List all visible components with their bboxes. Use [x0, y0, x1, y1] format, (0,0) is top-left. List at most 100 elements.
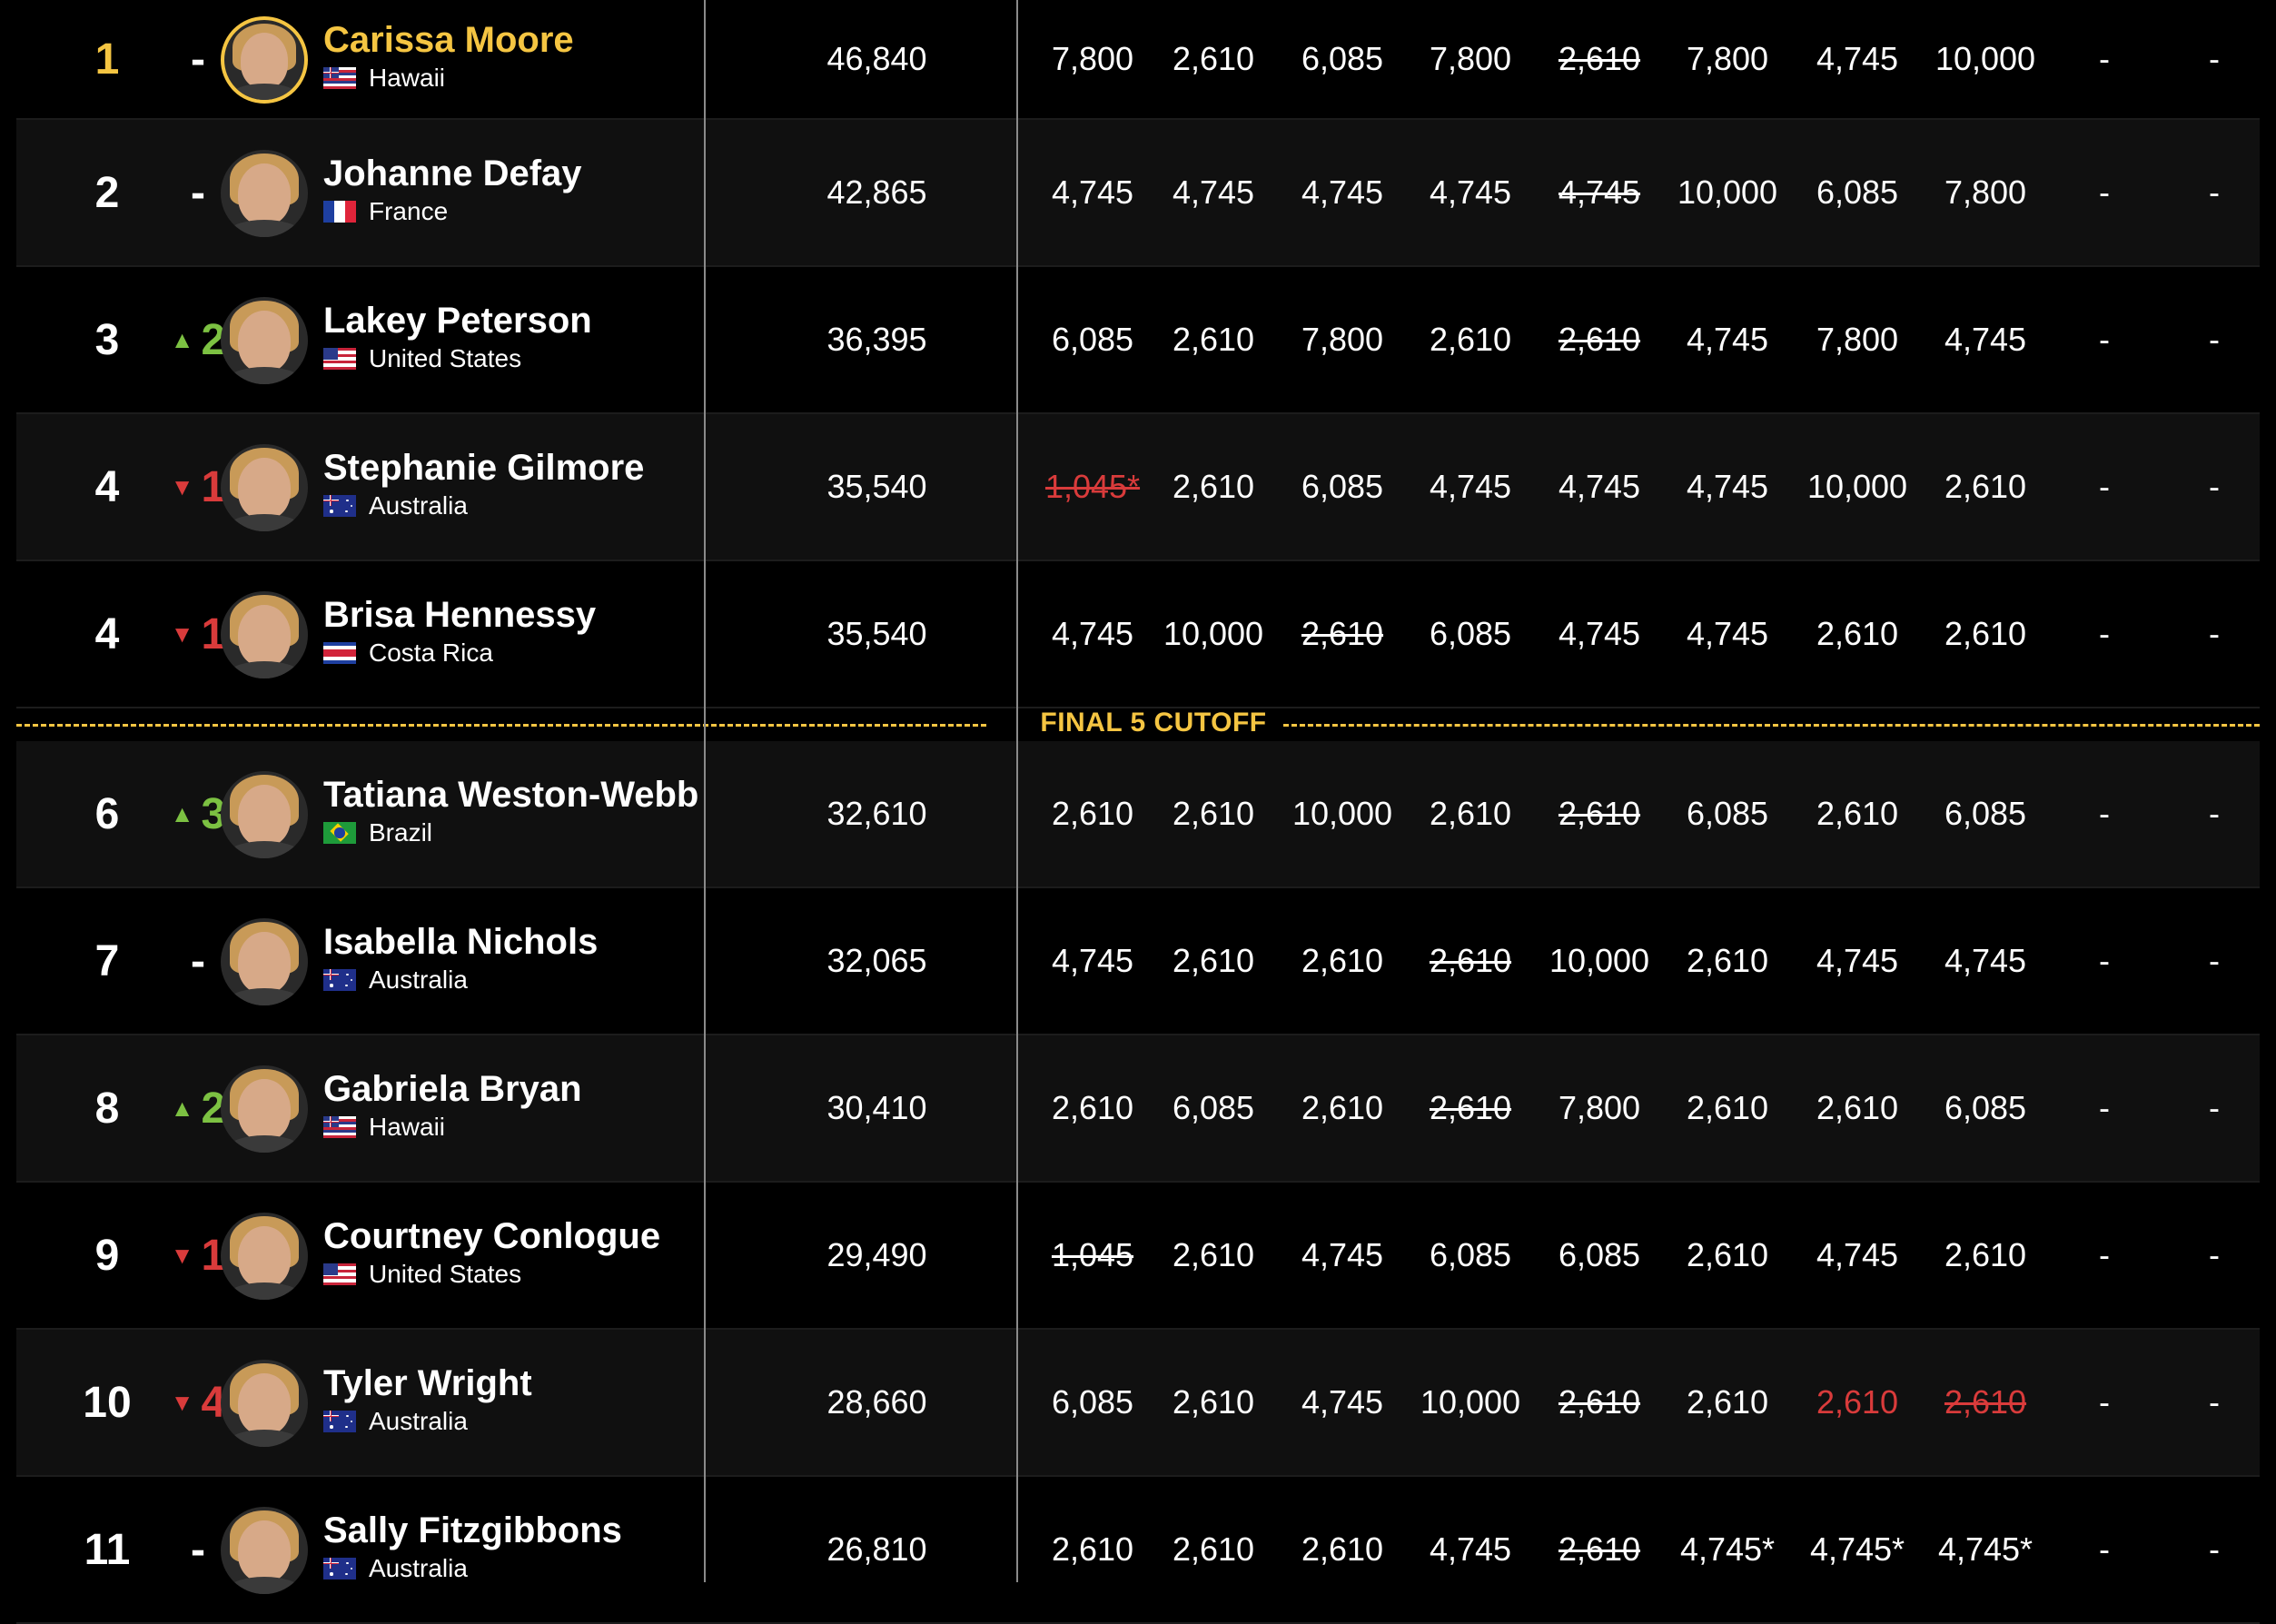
avatar-shoulders [227, 1134, 302, 1153]
rank-change-value: - [191, 168, 205, 217]
cutoff-line-left [16, 724, 986, 727]
athlete-name[interactable]: Isabella Nichols [323, 922, 598, 963]
athlete-name[interactable]: Gabriela Bryan [323, 1069, 582, 1110]
athlete-avatar[interactable] [221, 771, 308, 858]
table-row[interactable]: 8 ▲ 2 Gabriela Bryan Hawaii 30,410 2,610 6,085 2… [16, 1035, 2260, 1183]
event-score: 4,745 [1558, 468, 1641, 505]
event-score: 2,610 [1816, 795, 1899, 832]
table-row[interactable]: 1- Carissa Moore Hawaii 46,840 7,800 2,610 6,0… [16, 0, 2260, 120]
event-score: 2,610 [1686, 1089, 1769, 1126]
event-score: 1,045* [1044, 468, 1141, 505]
cutoff-line-right [1283, 724, 2260, 727]
event-score: 2,610 [1816, 1383, 1899, 1421]
event-score: - [2099, 173, 2110, 211]
event-score: 4,745 [1686, 615, 1769, 652]
athlete-name[interactable]: Courtney Conlogue [323, 1216, 660, 1257]
event-score: 2,610 [1172, 1530, 1255, 1568]
country-name: Australia [369, 1554, 468, 1582]
event-score: 2,610 [1429, 321, 1512, 358]
event-score: 2,610 [1558, 1530, 1641, 1568]
event-score: 4,745 [1816, 40, 1899, 77]
avatar-shoulders [227, 1576, 302, 1594]
event-score: 10,000 [1163, 615, 1264, 652]
athlete-avatar[interactable] [221, 1065, 308, 1153]
final-cutoff-divider: FINAL 5 CUTOFF [16, 707, 2260, 739]
avatar-shoulders [227, 987, 302, 1005]
event-score: 2,610 [1558, 1383, 1641, 1421]
athlete-country: Hawaii [323, 64, 445, 93]
rank-change-value: - [191, 35, 205, 84]
athlete-name[interactable]: Sally Fitzgibbons [323, 1510, 622, 1551]
table-row[interactable]: 11- Sally Fitzgibbons Australia 26,810 2,610… [16, 1477, 2260, 1624]
event-score: 6,085 [1301, 468, 1384, 505]
column-divider-name [704, 0, 706, 1582]
athlete-avatar[interactable] [221, 591, 308, 678]
event-score: 6,085 [1051, 321, 1134, 358]
event-score: 2,610 [1558, 40, 1641, 77]
event-score: 2,610 [1816, 615, 1899, 652]
avatar-shoulders [227, 1282, 302, 1300]
athlete-country: United States [323, 344, 521, 373]
total-points: 35,540 [826, 468, 927, 505]
avatar-shoulders [227, 1429, 302, 1447]
event-score: - [2209, 40, 2220, 77]
event-score: 7,800 [1944, 173, 2027, 211]
athlete-avatar[interactable] [221, 444, 308, 531]
table-row[interactable]: 7- Isabella Nichols Australia 32,065 4,745 2,… [16, 888, 2260, 1035]
athlete-avatar[interactable] [221, 297, 308, 384]
athlete-name[interactable]: Stephanie Gilmore [323, 448, 644, 489]
country-name: Brazil [369, 818, 433, 847]
total-points: 42,865 [826, 173, 927, 211]
rankings-table: 1- Carissa Moore Hawaii 46,840 7,800 2,610 6,0… [0, 0, 2276, 1624]
table-row[interactable]: 4 ▼ 1 Brisa Hennessy Costa Rica 35,540 4,745 10… [16, 561, 2260, 708]
event-score: - [2099, 1236, 2110, 1273]
table-row[interactable]: 6 ▲ 3 Tatiana Weston-Webb Brazil 32,610 2,610 2… [16, 741, 2260, 888]
event-score: - [2209, 1236, 2220, 1273]
column-divider-total [1016, 0, 1018, 1582]
country-name: Hawaii [369, 1113, 446, 1141]
event-score: 4,745 [1816, 1236, 1899, 1273]
country-name: Australia [369, 491, 468, 520]
avatar-shoulders [227, 219, 302, 237]
event-score: - [2099, 468, 2110, 505]
avatar-face [238, 1079, 291, 1141]
table-row[interactable]: 10 ▼ 4 Tyler Wright Australia 28,660 6,085 2,61… [16, 1330, 2260, 1477]
table-row[interactable]: 4 ▼ 1 Stephanie Gilmore Australia 35,540 1,045… [16, 414, 2260, 561]
athlete-name[interactable]: Carissa Moore [323, 20, 574, 61]
athlete-avatar[interactable] [221, 1360, 308, 1447]
athlete-country: Brazil [323, 818, 432, 847]
event-score: 4,745 [1686, 468, 1769, 505]
event-score: 2,610 [1429, 795, 1512, 832]
event-score: 4,745 [1558, 173, 1641, 211]
event-score: 2,610 [1944, 1236, 2027, 1273]
athlete-name[interactable]: Tyler Wright [323, 1363, 532, 1404]
event-score: - [2099, 615, 2110, 652]
rank-change-value: - [191, 936, 205, 985]
up-triangle-icon: ▲ [170, 1094, 194, 1122]
athlete-avatar[interactable] [221, 918, 308, 1005]
avatar-face [238, 785, 291, 847]
event-score: 7,800 [1301, 321, 1384, 358]
australia-flag [323, 1411, 356, 1432]
table-row[interactable]: 9 ▼ 1 Courtney Conlogue United States 29,490 1… [16, 1183, 2260, 1330]
country-name: Australia [369, 1407, 468, 1435]
athlete-avatar[interactable] [221, 1213, 308, 1300]
event-score: 2,610 [1429, 942, 1512, 979]
table-row[interactable]: 3 ▲ 2 Lakey Peterson United States 36,395 6,08… [16, 267, 2260, 414]
event-score: 4,745 [1051, 615, 1134, 652]
athlete-avatar[interactable] [221, 150, 308, 237]
athlete-name[interactable]: Tatiana Weston-Webb [323, 775, 698, 816]
athlete-avatar[interactable] [221, 16, 308, 104]
athlete-name[interactable]: Brisa Hennessy [323, 595, 596, 636]
athlete-avatar[interactable] [221, 1507, 308, 1594]
athlete-country: France [323, 197, 448, 226]
event-score: 2,610 [1816, 1089, 1899, 1126]
country-name: United States [369, 344, 522, 372]
table-row[interactable]: 2- Johanne Defay France 42,865 4,745 4,745 4,7… [16, 120, 2260, 267]
athlete-name[interactable]: Johanne Defay [323, 153, 582, 194]
athlete-name[interactable]: Lakey Peterson [323, 301, 592, 342]
brazil-flag [323, 822, 356, 844]
athlete-country: Australia [323, 965, 468, 995]
cutoff-label: FINAL 5 CUTOFF [1040, 708, 1267, 738]
up-triangle-icon: ▲ [170, 326, 194, 353]
